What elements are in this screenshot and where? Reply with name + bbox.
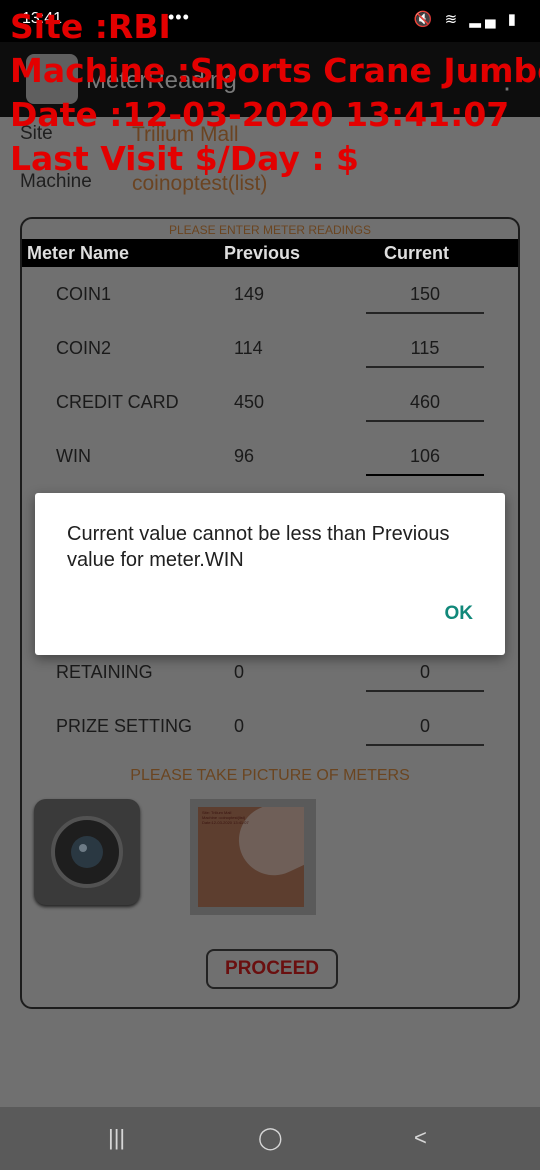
header-previous: Previous (224, 243, 301, 263)
previous-value: 96 (234, 446, 255, 466)
recents-icon[interactable]: ||| (108, 1125, 125, 1151)
screen: 13:41 ••• 🔇 ≋ ▂▄ ▮ MeterReading ⋮ Site T… (0, 0, 540, 1170)
current-value-input[interactable]: 0 (366, 716, 484, 746)
home-icon[interactable]: ◯ (258, 1125, 283, 1151)
camera-lens (71, 836, 103, 868)
current-value-input[interactable]: 460 (366, 392, 484, 422)
alert-dialog: Current value cannot be less than Previo… (35, 493, 505, 655)
camera-button[interactable] (34, 799, 140, 905)
table-header: Meter Name Previous Current (22, 239, 518, 267)
picture-prompt: PLEASE TAKE PICTURE OF METERS (130, 767, 410, 784)
camera-icon (51, 816, 123, 888)
previous-value: 114 (234, 338, 263, 358)
meter-name: COIN1 (56, 284, 112, 304)
thumbnail-image: Site: Trilium Mall Machine :coinoptest(l… (198, 807, 304, 907)
table-row: RETAINING 0 0 (22, 662, 518, 702)
previous-value: 450 (234, 392, 265, 412)
meter-name: PRIZE SETTING (56, 716, 193, 736)
thumbnail-stamp-text: Site: Trilium Mall Machine :coinoptest(l… (202, 810, 249, 825)
table-row: CREDIT CARD 450 460 (22, 392, 518, 432)
meter-name: CREDIT CARD (56, 392, 179, 412)
current-value-input[interactable]: 0 (366, 662, 484, 692)
header-meter-name: Meter Name (27, 243, 130, 263)
table-row: PRIZE SETTING 0 0 (22, 716, 518, 756)
navigation-bar: ||| ◯ < (0, 1107, 540, 1170)
status-system-icons: 🔇 ≋ ▂▄ ▮ (413, 11, 520, 28)
table-row: COIN1 149 150 (22, 284, 518, 324)
camera-glint (79, 844, 87, 852)
previous-value: 0 (234, 662, 245, 682)
overlay-machine: Machine :Sports Crane Jumbo( (10, 51, 540, 90)
header-current: Current (384, 243, 450, 263)
meter-name: RETAINING (56, 662, 153, 682)
panel-title: PLEASE ENTER METER READINGS (168, 223, 372, 237)
status-notification-dots-icon: ••• (168, 7, 190, 27)
dialog-message: Current value cannot be less than Previo… (67, 523, 450, 571)
previous-value: 0 (234, 716, 245, 736)
back-icon[interactable]: < (414, 1125, 427, 1151)
photo-thumbnail[interactable]: Site: Trilium Mall Machine :coinoptest(l… (190, 799, 316, 915)
current-value-input[interactable]: 150 (366, 284, 484, 314)
proceed-button[interactable]: PROCEED (206, 949, 338, 989)
table-row: WIN 96 106 (22, 446, 518, 486)
overlay-site: Site :RBI (10, 7, 171, 46)
previous-value: 149 (234, 284, 265, 304)
meter-name: COIN2 (56, 338, 112, 358)
overlay-date: Date :12-03-2020 13:41:07 (10, 95, 510, 134)
overlay-last-visit: Last Visit $/Day : $ (10, 139, 359, 178)
meter-name: WIN (56, 446, 91, 466)
ok-button[interactable]: OK (445, 603, 474, 625)
current-value-input[interactable]: 106 (366, 446, 484, 476)
current-value-input[interactable]: 115 (366, 338, 484, 368)
table-row: COIN2 114 115 (22, 338, 518, 378)
